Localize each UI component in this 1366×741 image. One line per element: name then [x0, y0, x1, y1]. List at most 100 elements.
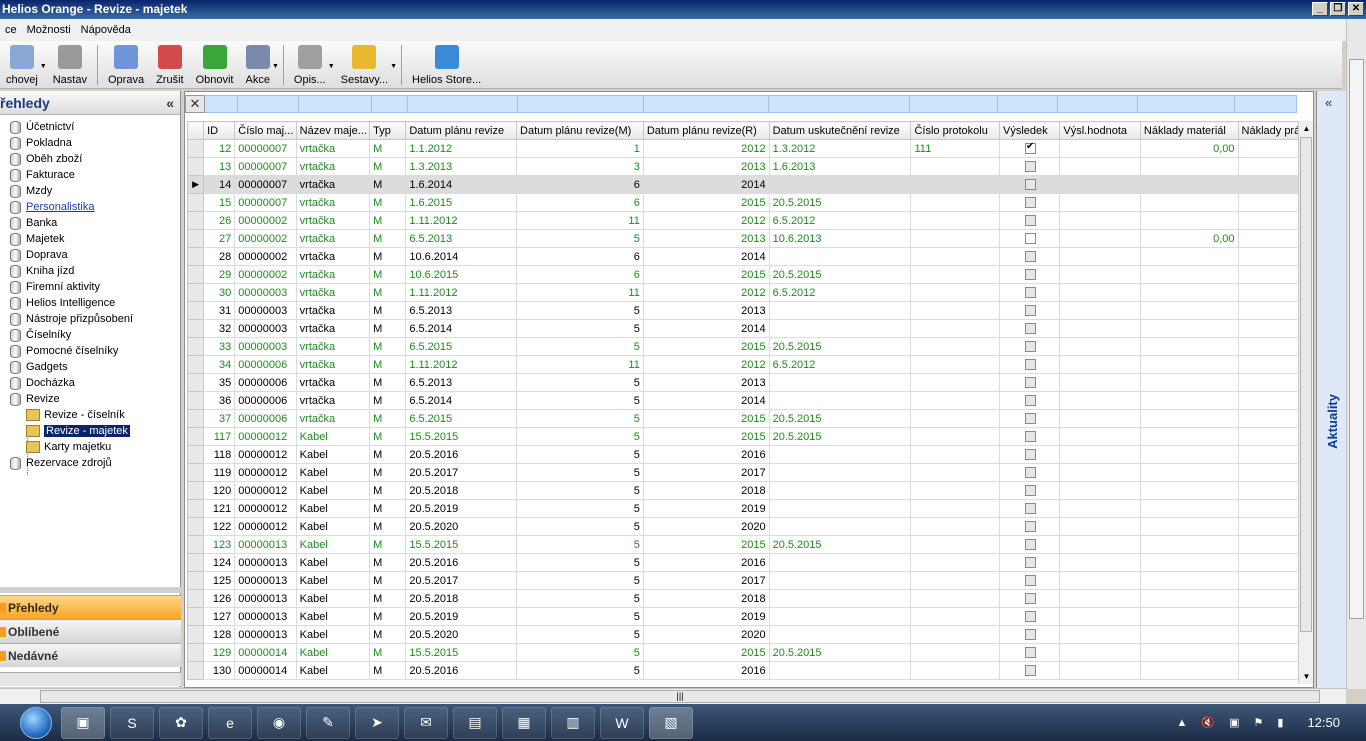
- paint-icon[interactable]: ✎: [306, 706, 350, 739]
- checkbox[interactable]: [1025, 377, 1037, 389]
- grid-cell-protokol[interactable]: [910, 157, 1001, 176]
- checkbox[interactable]: [1025, 395, 1037, 407]
- grid-cell-usk[interactable]: [768, 499, 912, 518]
- column-header[interactable]: Datum plánu revize(R): [642, 121, 770, 140]
- grid-cell-datum[interactable]: 15.5.2015: [405, 427, 518, 446]
- grid-cell-id[interactable]: 36: [203, 391, 236, 410]
- grid-cell-material[interactable]: [1139, 607, 1239, 626]
- grid-cell-labor-cost[interactable]: [1237, 445, 1302, 464]
- grid-cell-m[interactable]: 11: [516, 355, 644, 374]
- grid-cell-labor-cost[interactable]: [1237, 229, 1302, 248]
- grid-cell-cislo[interactable]: 00000006: [234, 391, 297, 410]
- tree-item[interactable]: Pokladna: [0, 135, 72, 151]
- grid-cell-nazev[interactable]: Kabel: [295, 535, 371, 554]
- filter-cell[interactable]: [769, 95, 910, 113]
- grid-cell-typ[interactable]: M: [369, 499, 407, 518]
- grid-cell-r[interactable]: 2017: [642, 463, 770, 482]
- grid-cell-labor-cost[interactable]: [1237, 643, 1302, 662]
- grid-cell-datum[interactable]: 20.5.2016: [405, 661, 518, 680]
- checkbox[interactable]: [1025, 269, 1037, 281]
- grid-cell-typ[interactable]: M: [369, 175, 407, 194]
- grid-cell-typ[interactable]: M: [369, 157, 407, 176]
- grid-cell-hodnota[interactable]: [1059, 481, 1141, 500]
- table-row[interactable]: 26 00000002 vrtačka M 1.11.2012 11 2012 6.5.201…: [186, 211, 1302, 230]
- menu-item-actions[interactable]: ce: [0, 24, 22, 36]
- grid-cell-typ[interactable]: M: [369, 391, 407, 410]
- grid-cell-cislo[interactable]: 00000013: [234, 535, 297, 554]
- row-indicator[interactable]: ▶: [186, 175, 205, 194]
- grid-cell-typ[interactable]: M: [369, 445, 407, 464]
- grid-cell-cislo[interactable]: 00000002: [234, 229, 297, 248]
- grid-cell-hodnota[interactable]: [1059, 607, 1141, 626]
- row-indicator[interactable]: [186, 319, 205, 338]
- grid-cell-m[interactable]: 6: [516, 247, 644, 266]
- grid-cell-typ[interactable]: M: [369, 301, 407, 320]
- column-header[interactable]: ID: [203, 121, 236, 140]
- nav-button-recent[interactable]: Nedávné: [0, 643, 181, 667]
- checkbox[interactable]: [1025, 665, 1037, 677]
- result-checkbox-cell[interactable]: [999, 175, 1061, 194]
- grid-cell-nazev[interactable]: vrtačka: [295, 301, 371, 320]
- grid-cell-labor-cost[interactable]: [1237, 553, 1302, 572]
- grid-cell-r[interactable]: 2015: [642, 265, 770, 284]
- toolbar-button-1[interactable]: chovej: [0, 42, 44, 88]
- grid-cell-labor-cost[interactable]: [1237, 175, 1302, 194]
- row-indicator[interactable]: [186, 643, 205, 662]
- grid-cell-id[interactable]: 121: [203, 499, 236, 518]
- grid-cell-protokol[interactable]: [910, 319, 1001, 338]
- grid-cell-r[interactable]: 2013: [642, 373, 770, 392]
- toolbar-button-9[interactable]: Helios Store...: [406, 42, 487, 88]
- grid-cell-labor-cost[interactable]: [1237, 517, 1302, 536]
- checked-checkbox[interactable]: [1025, 141, 1037, 155]
- grid-cell-nazev[interactable]: vrtačka: [295, 319, 371, 338]
- grid-cell-protokol[interactable]: [910, 571, 1001, 590]
- grid-cell-usk[interactable]: [768, 571, 912, 590]
- grid-cell-datum[interactable]: 1.6.2014: [405, 175, 518, 194]
- checkbox[interactable]: [1025, 179, 1037, 191]
- grid-cell-cislo[interactable]: 00000013: [234, 571, 297, 590]
- grid-cell-r[interactable]: 2013: [642, 301, 770, 320]
- grid-cell-r[interactable]: 2015: [642, 409, 770, 428]
- grid-cell-nazev[interactable]: Kabel: [295, 427, 371, 446]
- grid-cell-protokol[interactable]: [910, 193, 1001, 212]
- table-row[interactable]: 121 00000012 Kabel M 20.5.2019 5 2019: [186, 499, 1302, 518]
- grid-cell-material[interactable]: [1139, 661, 1239, 680]
- grid-cell-nazev[interactable]: vrtačka: [295, 175, 371, 194]
- grid-cell-r[interactable]: 2018: [642, 589, 770, 608]
- grid-cell-m[interactable]: 6: [516, 175, 644, 194]
- grid-cell-r[interactable]: 2015: [642, 337, 770, 356]
- toolbar-button-2[interactable]: Nastav: [47, 42, 93, 88]
- grid-cell-r[interactable]: 2016: [642, 553, 770, 572]
- grid-cell-protokol[interactable]: [910, 211, 1001, 230]
- grid-cell-labor-cost[interactable]: [1237, 391, 1302, 410]
- tree-item[interactable]: Oběh zboží: [0, 151, 82, 167]
- grid-cell-material[interactable]: [1139, 517, 1239, 536]
- clock[interactable]: 12:50: [1307, 715, 1340, 730]
- table-row[interactable]: ▶ 14 00000007 vrtačka M 1.6.2014 6 2014: [186, 175, 1302, 194]
- grid-cell-datum[interactable]: 6.5.2013: [405, 229, 518, 248]
- result-checkbox-cell[interactable]: [999, 229, 1061, 248]
- grid-cell-protokol[interactable]: [910, 265, 1001, 284]
- grid-cell-nazev[interactable]: vrtačka: [295, 247, 371, 266]
- grid-cell-usk[interactable]: [768, 481, 912, 500]
- checkbox[interactable]: [1025, 305, 1037, 317]
- grid-cell-typ[interactable]: M: [369, 571, 407, 590]
- grid-cell-labor-cost[interactable]: [1237, 355, 1302, 374]
- grid-cell-r[interactable]: 2018: [642, 481, 770, 500]
- grid-cell-cislo[interactable]: 00000003: [234, 301, 297, 320]
- grid-cell-usk[interactable]: [768, 661, 912, 680]
- grid-cell-usk[interactable]: 20.5.2015: [768, 409, 912, 428]
- clear-filter-button[interactable]: ✕: [185, 95, 205, 113]
- ie-icon[interactable]: e: [208, 706, 252, 739]
- explorer-icon[interactable]: ▦: [502, 706, 546, 739]
- table-row[interactable]: 123 00000013 Kabel M 15.5.2015 5 2015 20.5.2015: [186, 535, 1302, 554]
- grid-cell-datum[interactable]: 1.6.2015: [405, 193, 518, 212]
- table-row[interactable]: 33 00000003 vrtačka M 6.5.2015 5 2015 20.5.2015: [186, 337, 1302, 356]
- grid-cell-cislo[interactable]: 00000012: [234, 463, 297, 482]
- result-checkbox-cell[interactable]: [999, 355, 1061, 374]
- grid-cell-id[interactable]: 29: [203, 265, 236, 284]
- flower-icon[interactable]: ✿: [159, 706, 203, 739]
- table-row[interactable]: 127 00000013 Kabel M 20.5.2019 5 2019: [186, 607, 1302, 626]
- grid-cell-id[interactable]: 126: [203, 589, 236, 608]
- filter-cell[interactable]: [372, 95, 408, 113]
